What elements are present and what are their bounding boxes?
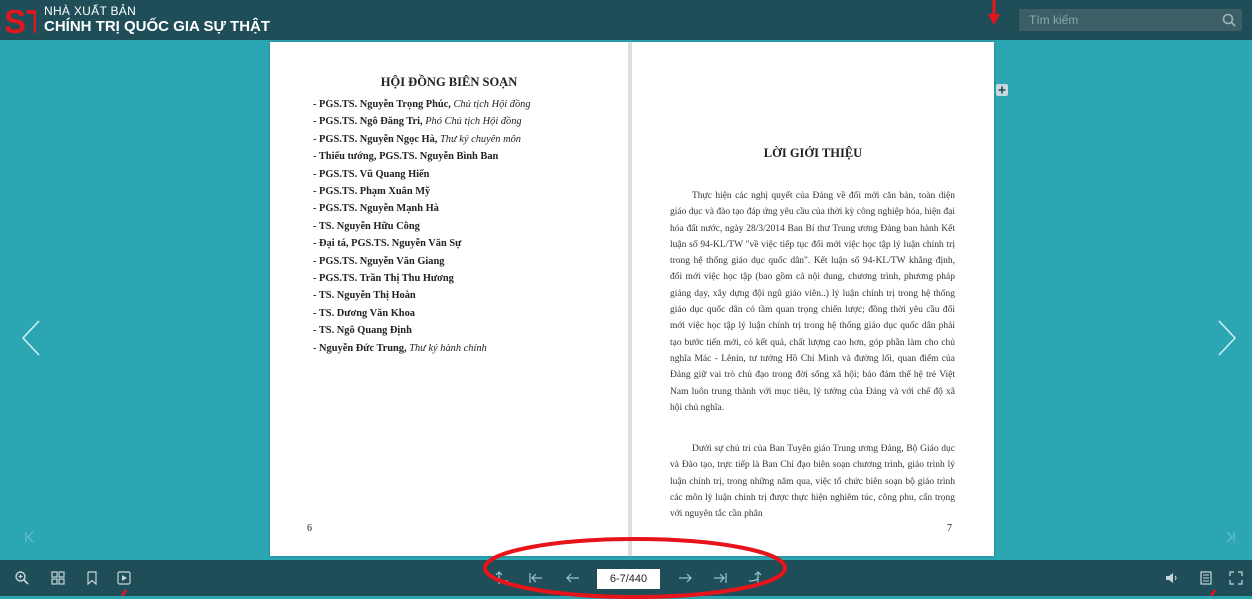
member-item: - PGS.TS. Trần Thị Thu Hương [313, 273, 454, 284]
fullscreen-icon[interactable] [1228, 570, 1244, 586]
member-name: - Đại tá, PGS.TS. Nguyễn Văn Sự [313, 238, 462, 250]
first-page-edge-icon[interactable] [24, 531, 36, 543]
member-role: Chủ tịch Hội đồng [450, 99, 531, 110]
member-item: - TS. Nguyễn Thị Hoàn [313, 290, 416, 301]
book-viewer: HỘI ĐỒNG BIÊN SOẠN - PGS.TS. Nguyễn Trọn… [0, 40, 1252, 560]
last-page-edge-icon[interactable] [1224, 531, 1236, 543]
member-name: - PGS.TS. Ngô Đăng Tri, [313, 116, 423, 128]
search-input[interactable] [1019, 9, 1219, 31]
zoom-in-icon[interactable] [14, 570, 30, 586]
member-role: Thư ký hành chính [406, 342, 487, 354]
member-name: - PGS.TS. Nguyễn Văn Giang [313, 255, 445, 267]
page-zoom-plus-icon[interactable] [996, 84, 1008, 96]
slideshow-icon[interactable] [116, 570, 132, 586]
logo-text: ST [4, 3, 36, 38]
table-of-contents-icon[interactable] [1198, 570, 1214, 586]
member-name: - PGS.TS. Vũ Quang Hiển [313, 168, 430, 180]
publisher-logo[interactable]: ST [4, 2, 36, 38]
intro-paragraph-2: Dưới sự chủ trì của Ban Tuyên giáo Trung… [670, 444, 955, 520]
annotation-marks [120, 589, 1217, 596]
member-item: - PGS.TS. Nguyễn Mạnh Hà [313, 203, 439, 214]
member-name: - PGS.TS. Nguyễn Trọng Phúc, [313, 99, 451, 110]
search-icon[interactable] [1222, 13, 1236, 27]
member-item: - Đại tá, PGS.TS. Nguyễn Văn Sự [313, 238, 461, 249]
member-item: - TS. Nguyễn Hữu Công [313, 221, 420, 232]
member-item: - PGS.TS. Nguyễn Ngọc Hà, Thư ký chuyên … [313, 134, 521, 145]
page-number-left: 6 [307, 523, 312, 534]
member-item: - PGS.TS. Nguyễn Văn Giang [313, 256, 444, 267]
bookmark-icon[interactable] [84, 570, 100, 586]
sound-icon[interactable] [1164, 570, 1180, 586]
publisher-line2: CHÍNH TRỊ QUỐC GIA SỰ THẬT [44, 18, 271, 35]
right-page: LỜI GIỚI THIỆU Thực hiện các nghị quyết … [632, 42, 994, 556]
member-item: - TS. Dương Văn Khoa [313, 308, 415, 319]
member-role: Thư ký chuyên môn [437, 133, 521, 145]
member-item: - Nguyễn Đức Trung, Thư ký hành chính [313, 343, 487, 354]
page-number-right: 7 [947, 523, 952, 534]
annotation-arrow [988, 0, 1000, 25]
member-name: - TS. Nguyễn Hữu Công [313, 220, 420, 232]
publisher-line1: NHÀ XUẤT BẢN [44, 4, 137, 18]
member-item: - Thiếu tướng, PGS.TS. Nguyễn Bình Ban [313, 151, 498, 162]
member-name: - PGS.TS. Nguyễn Mạnh Hà [313, 203, 439, 215]
member-role: Phó Chủ tịch Hội đồng [422, 116, 522, 128]
member-name: - TS. Nguyễn Thị Hoàn [313, 290, 416, 302]
thumbnails-grid-icon[interactable] [50, 570, 66, 586]
member-name: - PGS.TS. Trần Thị Thu Hương [313, 273, 454, 284]
member-name: - Thiếu tướng, PGS.TS. Nguyễn Bình Ban [313, 151, 499, 163]
prev-page-arrow-icon[interactable] [20, 320, 42, 356]
member-name: - PGS.TS. Nguyễn Ngọc Hà, [313, 133, 438, 145]
member-name: - Nguyễn Đức Trung, [313, 342, 407, 354]
member-name: - TS. Dương Văn Khoa [313, 307, 415, 319]
member-item: - PGS.TS. Vũ Quang Hiển [313, 169, 429, 180]
council-title: HỘI ĐỒNG BIÊN SOẠN [380, 75, 518, 89]
left-page: HỘI ĐỒNG BIÊN SOẠN - PGS.TS. Nguyễn Trọn… [270, 42, 628, 556]
search-box[interactable] [1019, 9, 1242, 31]
intro-title: LỜI GIỚI THIỆU [763, 146, 863, 160]
member-item: - PGS.TS. Nguyễn Trọng Phúc, Chủ tịch Hộ… [313, 99, 531, 110]
next-page-arrow-icon[interactable] [1216, 320, 1238, 356]
member-item: - TS. Ngô Quang Định [313, 325, 412, 336]
member-name: - PGS.TS. Phạm Xuân Mỹ [313, 186, 431, 197]
intro-paragraph-1: Thực hiện các nghị quyết của Đảng về đổi… [670, 191, 955, 413]
member-item: - PGS.TS. Ngô Đăng Tri, Phó Chủ tịch Hội… [313, 116, 522, 127]
member-name: - TS. Ngô Quang Định [313, 325, 412, 337]
member-item: - PGS.TS. Phạm Xuân Mỹ [313, 186, 430, 197]
top-bar: ST NHÀ XUẤT BẢN CHÍNH TRỊ QUỐC GIA SỰ TH… [0, 0, 1252, 40]
